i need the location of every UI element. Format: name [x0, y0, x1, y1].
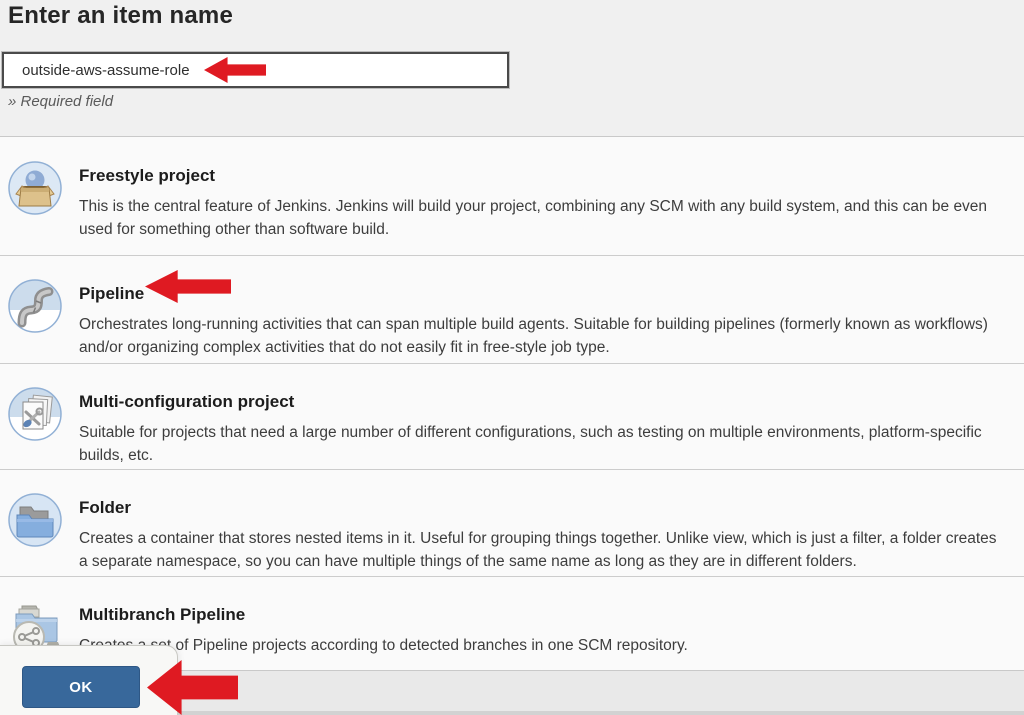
- item-type-title[interactable]: Folder: [79, 498, 131, 518]
- item-type-title[interactable]: Pipeline: [79, 284, 144, 304]
- item-type-description: Creates a container that stores nested i…: [79, 527, 1008, 574]
- item-type-description: This is the central feature of Jenkins. …: [79, 195, 1008, 242]
- item-name-input[interactable]: [2, 52, 509, 88]
- item-type-multi-configuration-project[interactable]: Multi-configuration project Suitable for…: [0, 363, 1024, 469]
- ok-button-panel: OK: [0, 645, 178, 715]
- pipeline-icon: [8, 279, 62, 333]
- item-type-freestyle-project[interactable]: Freestyle project This is the central fe…: [0, 138, 1024, 255]
- item-name-section: Enter an item name » Required field: [0, 0, 1024, 137]
- item-type-description: Suitable for projects that need a large …: [79, 421, 1008, 468]
- required-field-note: » Required field: [8, 93, 113, 110]
- item-type-title[interactable]: Multi-configuration project: [79, 392, 294, 412]
- item-type-list: Freestyle project This is the central fe…: [0, 138, 1024, 669]
- folder-icon: [8, 493, 62, 547]
- page-title: Enter an item name: [8, 2, 233, 30]
- ok-button[interactable]: OK: [22, 666, 140, 708]
- item-type-description: Orchestrates long-running activities tha…: [79, 313, 1008, 360]
- freestyle-project-icon: [8, 161, 62, 215]
- item-type-folder[interactable]: Folder Creates a container that stores n…: [0, 469, 1024, 576]
- item-type-title[interactable]: Freestyle project: [79, 166, 215, 186]
- item-type-title[interactable]: Multibranch Pipeline: [79, 605, 245, 625]
- multi-configuration-icon: [8, 387, 62, 441]
- new-item-page: Enter an item name » Required field Free…: [0, 0, 1024, 715]
- item-type-pipeline[interactable]: Pipeline Orchestrates long-running activ…: [0, 255, 1024, 363]
